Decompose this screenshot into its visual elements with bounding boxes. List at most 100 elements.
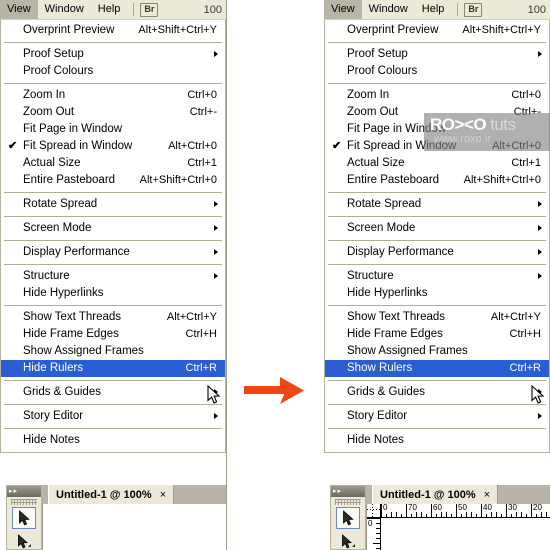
- menubar-item-window-right[interactable]: Window: [362, 0, 415, 19]
- menu-item-shortcut: Alt+Ctrl+0: [168, 140, 217, 152]
- document-canvas-right[interactable]: 0 70 60 50 40 30 20 0: [366, 504, 550, 550]
- menu-item-label: Screen Mode: [23, 222, 92, 234]
- document-canvas-left[interactable]: [42, 504, 226, 550]
- menu-item-zoom-in-left[interactable]: Zoom In Ctrl+0: [1, 87, 225, 104]
- menu-item-hide-notes-right[interactable]: Hide Notes: [325, 432, 549, 449]
- menu-item-shortcut: Alt+Shift+Ctrl+0: [139, 174, 217, 186]
- menu-item-grids-guides-right[interactable]: Grids & Guides: [325, 384, 549, 401]
- selection-tool-left[interactable]: [12, 507, 36, 529]
- menu-item-show-text-threads-right[interactable]: Show Text Threads Alt+Ctrl+Y: [325, 309, 549, 326]
- app-bottom-right: Untitled-1 @ 100% × 0 70 60 50 40 30 20 0 ▸▸: [324, 485, 550, 550]
- ruler-minor-tick: [546, 512, 547, 517]
- submenu-arrow-icon: [214, 51, 218, 57]
- menu-item-entire-pasteboard-left[interactable]: Entire Pasteboard Alt+Shift+Ctrl+0: [1, 172, 225, 189]
- menu-item-zoom-out-right[interactable]: Zoom Out Ctrl+-: [325, 104, 549, 121]
- menu-item-fit-page-in-window-right[interactable]: Fit Page in Window: [325, 121, 549, 138]
- horizontal-ruler[interactable]: 0 70 60 50 40 30 20: [381, 504, 550, 518]
- menu-item-zoom-in-right[interactable]: Zoom In Ctrl+0: [325, 87, 549, 104]
- menu-item-story-editor-left[interactable]: Story Editor: [1, 408, 225, 425]
- menu-separator: [4, 404, 222, 405]
- bridge-icon[interactable]: Br: [140, 2, 159, 17]
- menu-separator: [328, 428, 546, 429]
- menu-item-proof-colours-right[interactable]: Proof Colours: [325, 63, 549, 80]
- menu-item-hide-hyperlinks-right[interactable]: Hide Hyperlinks: [325, 285, 549, 302]
- menu-item-zoom-out-left[interactable]: Zoom Out Ctrl+-: [1, 104, 225, 121]
- menu-item-screen-mode-left[interactable]: Screen Mode: [1, 220, 225, 237]
- bridge-icon-right[interactable]: Br: [464, 2, 483, 17]
- zoom-level-field-left[interactable]: 100: [204, 4, 226, 16]
- menu-item-show-text-threads-left[interactable]: Show Text Threads Alt+Ctrl+Y: [1, 309, 225, 326]
- menu-item-hide-frame-edges-left[interactable]: Hide Frame Edges Ctrl+H: [1, 326, 225, 343]
- guide-dot-line-v: [372, 504, 373, 517]
- menu-item-rotate-spread-left[interactable]: Rotate Spread: [1, 196, 225, 213]
- ruler-minor-tick: [451, 514, 452, 517]
- submenu-arrow-icon: [214, 249, 218, 255]
- menu-item-overprint-preview-left[interactable]: Overprint Preview Alt+Shift+Ctrl+Y: [1, 22, 225, 39]
- menu-item-label: Rotate Spread: [23, 198, 98, 210]
- menubar-item-window[interactable]: Window: [38, 0, 91, 19]
- menu-item-hide-notes-left[interactable]: Hide Notes: [1, 432, 225, 449]
- menu-item-hide-frame-edges-right[interactable]: Hide Frame Edges Ctrl+H: [325, 326, 549, 343]
- menu-item-label: Fit Spread in Window: [347, 140, 457, 152]
- palette-expand-icon-right[interactable]: ▸▸: [331, 486, 365, 497]
- menu-separator: [328, 216, 546, 217]
- direct-selection-tool-right[interactable]: [336, 531, 360, 550]
- menu-item-hide-rulers-left[interactable]: Hide Rulers Ctrl+R: [1, 360, 225, 377]
- vertical-ruler[interactable]: 0: [367, 518, 381, 550]
- menu-item-screen-mode-right[interactable]: Screen Mode: [325, 220, 549, 237]
- menu-item-fit-page-in-window-left[interactable]: Fit Page in Window: [1, 121, 225, 138]
- menu-item-label: Structure: [347, 270, 394, 282]
- direct-selection-tool-left[interactable]: [12, 531, 36, 550]
- menubar-item-help[interactable]: Help: [91, 0, 128, 19]
- menu-separator: [328, 83, 546, 84]
- palette-expand-icon-left[interactable]: ▸▸: [7, 486, 41, 497]
- menu-item-shortcut: Ctrl+H: [509, 328, 541, 340]
- menu-item-actual-size-left[interactable]: Actual Size Ctrl+1: [1, 155, 225, 172]
- menu-item-label: Hide Frame Edges: [347, 328, 443, 340]
- ruler-minor-tick: [496, 512, 497, 517]
- menu-separator: [4, 428, 222, 429]
- menu-item-actual-size-right[interactable]: Actual Size Ctrl+1: [325, 155, 549, 172]
- menu-item-fit-spread-in-window-left[interactable]: ✔ Fit Spread in Window Alt+Ctrl+0: [1, 138, 225, 155]
- ruler-origin-corner[interactable]: [367, 504, 381, 518]
- palette-drag-handle-left[interactable]: [11, 499, 37, 505]
- menu-item-rotate-spread-right[interactable]: Rotate Spread: [325, 196, 549, 213]
- ruler-tick-label: 20: [533, 504, 542, 512]
- ruler-minor-tick-v: [373, 543, 380, 544]
- menu-item-show-assigned-frames-right[interactable]: Show Assigned Frames: [325, 343, 549, 360]
- document-tab-right[interactable]: Untitled-1 @ 100% ×: [372, 485, 499, 504]
- menu-item-structure-right[interactable]: Structure: [325, 268, 549, 285]
- menu-item-display-performance-left[interactable]: Display Performance: [1, 244, 225, 261]
- menubar-item-view[interactable]: View: [0, 0, 38, 19]
- menu-item-entire-pasteboard-right[interactable]: Entire Pasteboard Alt+Shift+Ctrl+0: [325, 172, 549, 189]
- menu-item-show-rulers-right[interactable]: Show Rulers Ctrl+R: [325, 360, 549, 377]
- palette-drag-handle-right[interactable]: [335, 499, 361, 505]
- menu-item-proof-colours-left[interactable]: Proof Colours: [1, 63, 225, 80]
- menu-item-hide-hyperlinks-left[interactable]: Hide Hyperlinks: [1, 285, 225, 302]
- menu-item-fit-spread-in-window-right[interactable]: ✔ Fit Spread in Window Alt+Ctrl+0: [325, 138, 549, 155]
- view-menu-dropdown-left[interactable]: Overprint Preview Alt+Shift+Ctrl+Y Proof S…: [0, 20, 226, 453]
- selection-tool-right[interactable]: [336, 507, 360, 529]
- menu-item-display-performance-right[interactable]: Display Performance: [325, 244, 549, 261]
- document-tab-left[interactable]: Untitled-1 @ 100% ×: [48, 485, 175, 504]
- view-menu-dropdown-right[interactable]: Overprint Preview Alt+Shift+Ctrl+Y Proof S…: [324, 20, 550, 453]
- menu-item-proof-setup-left[interactable]: Proof Setup: [1, 46, 225, 63]
- menubar-divider: [133, 3, 135, 16]
- menu-separator: [328, 404, 546, 405]
- menu-item-overprint-preview-right[interactable]: Overprint Preview Alt+Shift+Ctrl+Y: [325, 22, 549, 39]
- document-tab-label-left: Untitled-1 @ 100%: [56, 488, 152, 501]
- submenu-arrow-icon: [538, 51, 542, 57]
- menu-item-show-assigned-frames-left[interactable]: Show Assigned Frames: [1, 343, 225, 360]
- zoom-level-field-right[interactable]: 100: [528, 4, 550, 16]
- menu-item-structure-left[interactable]: Structure: [1, 268, 225, 285]
- close-tab-icon-left[interactable]: ×: [160, 489, 166, 501]
- menubar-item-view-right[interactable]: View: [324, 0, 362, 19]
- menu-item-proof-setup-right[interactable]: Proof Setup: [325, 46, 549, 63]
- menu-item-grids-guides-left[interactable]: Grids & Guides: [1, 384, 225, 401]
- menu-item-story-editor-right[interactable]: Story Editor: [325, 408, 549, 425]
- close-tab-icon-right[interactable]: ×: [484, 489, 490, 501]
- menu-bar-right: View Window Help Br 100: [324, 0, 550, 20]
- ruler-minor-tick: [386, 514, 387, 517]
- menubar-item-help-right[interactable]: Help: [415, 0, 452, 19]
- menu-item-label: Hide Notes: [347, 434, 404, 446]
